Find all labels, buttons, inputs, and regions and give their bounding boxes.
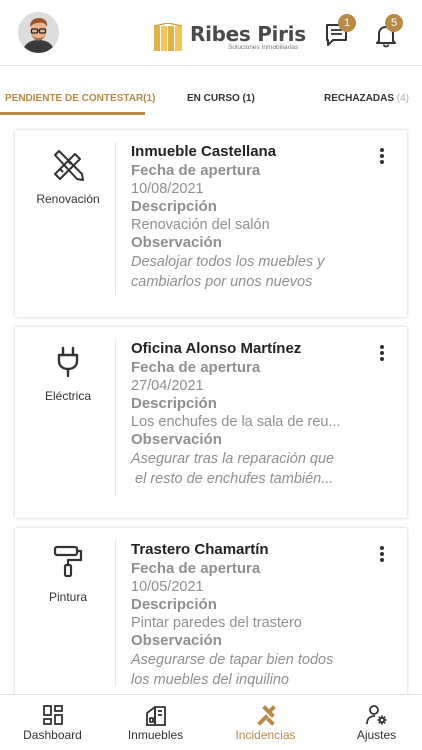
card-category: Eléctrica — [15, 327, 115, 518]
plug-icon — [57, 346, 79, 378]
app-header: Ribes Piris Soluciones Inmobiliarias 1 5 — [0, 0, 422, 66]
avatar-image — [18, 12, 59, 53]
nav-dashboard[interactable]: Dashboard — [0, 695, 105, 750]
tab-en-curso[interactable]: EN CURSO (1) — [187, 86, 255, 116]
dashboard-icon — [42, 705, 63, 725]
card-body: Inmueble Castellana Fecha de apertura 10… — [131, 142, 371, 292]
card-divider — [115, 339, 116, 496]
user-settings-icon — [365, 705, 386, 725]
more-options-icon[interactable] — [379, 345, 385, 363]
card-title: Inmueble Castellana — [131, 143, 277, 160]
pencil-ruler-icon — [54, 150, 84, 181]
logo-mark-icon — [153, 23, 183, 51]
nav-label: Ajustes — [356, 728, 397, 742]
card-body: Trastero Chamartín Fecha de apertura 10/… — [131, 540, 371, 690]
more-options-icon[interactable] — [379, 546, 385, 564]
observacion-label: Observación — [131, 431, 222, 448]
fecha-label: Fecha de apertura — [131, 560, 261, 577]
fecha-value: 10/08/2021 — [131, 181, 204, 197]
incidencia-card[interactable]: Pintura Trastero Chamartín Fecha de aper… — [15, 528, 407, 708]
descripcion-label: Descripción — [131, 198, 217, 215]
fecha-value: 10/05/2021 — [131, 579, 204, 595]
avatar[interactable] — [18, 12, 59, 53]
tools-icon — [256, 705, 276, 726]
fecha-value: 27/04/2021 — [131, 378, 204, 394]
card-category: Pintura — [15, 528, 115, 708]
fecha-label: Fecha de apertura — [131, 162, 261, 179]
tab-rechazadas[interactable]: RECHAZADAS (4) — [324, 86, 409, 116]
observacion-line-1: Asegurar tras la reparación que — [131, 451, 335, 467]
bottom-navigation: Dashboard Inmuebles Incidencias Ajustes — [0, 694, 422, 750]
tab-rechazadas-label: RECHAZADAS — [324, 93, 394, 104]
observacion-line-2: los muebles del inquilino — [131, 672, 289, 688]
observacion-line-1: Asegurarse de tapar bien todos — [131, 652, 334, 668]
observacion-label: Observación — [131, 234, 222, 251]
logo-name: Ribes Piris — [190, 22, 306, 46]
nav-incidencias[interactable]: Incidencias — [213, 695, 318, 750]
notifications-badge: 5 — [385, 14, 403, 32]
active-tab-indicator — [0, 112, 145, 115]
descripcion-label: Descripción — [131, 395, 217, 412]
descripcion-label: Descripción — [131, 596, 217, 613]
brand-logo: Ribes Piris Soluciones Inmobiliarias — [152, 18, 306, 58]
observacion-line-1: Desalojar todos los muebles y — [131, 254, 325, 270]
descripcion-value: Los enchufes de la sala de reu... — [131, 414, 341, 430]
card-title: Oficina Alonso Martínez — [131, 340, 302, 357]
observacion-line-2: el resto de enchufes también... — [131, 471, 334, 487]
logo-subtitle: Soluciones Inmobiliarias — [228, 44, 299, 51]
paint-roller-icon — [53, 545, 83, 578]
card-body: Oficina Alonso Martínez Fecha de apertur… — [131, 339, 371, 489]
building-icon — [145, 706, 166, 726]
card-category: Renovación — [15, 130, 115, 317]
nav-ajustes[interactable]: Ajustes — [324, 695, 422, 750]
tab-rechazadas-count: (4) — [396, 93, 410, 104]
nav-inmuebles[interactable]: Inmuebles — [103, 695, 208, 750]
nav-label: Inmuebles — [127, 728, 184, 742]
messages-badge: 1 — [338, 14, 356, 32]
observacion-label: Observación — [131, 632, 222, 649]
fecha-label: Fecha de apertura — [131, 359, 261, 376]
more-options-icon[interactable] — [379, 148, 385, 166]
category-label: Eléctrica — [44, 389, 91, 403]
descripcion-value: Pintar paredes del trastero — [131, 615, 302, 631]
incidencia-card[interactable]: Renovación Inmueble Castellana Fecha de … — [15, 130, 407, 317]
category-label: Pintura — [48, 590, 88, 604]
descripcion-value: Renovación del salón — [131, 217, 270, 233]
observacion-line-2: cambiarlos por unos nuevos — [131, 274, 313, 290]
nav-label: Dashboard — [23, 728, 82, 742]
incidencia-card[interactable]: Eléctrica Oficina Alonso Martínez Fecha … — [15, 327, 407, 518]
card-divider — [115, 142, 116, 295]
category-label: Renovación — [36, 192, 100, 206]
nav-label: Incidencias — [235, 728, 296, 742]
card-title: Trastero Chamartín — [131, 541, 269, 558]
card-divider — [115, 540, 116, 686]
